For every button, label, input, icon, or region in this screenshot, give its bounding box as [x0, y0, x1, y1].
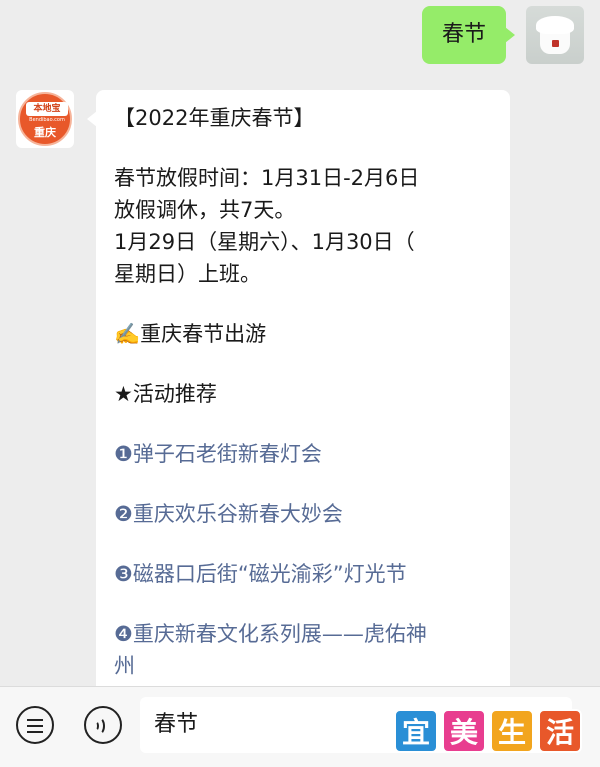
watermark-char: 活 — [538, 709, 582, 753]
message-line: 星期日）上班。 — [114, 262, 261, 286]
activity-link-4[interactable]: ❹重庆新春文化系列展——虎佑神 — [114, 618, 492, 650]
message-line: 1月29日（星期六）、1月30日（ — [114, 230, 415, 254]
outgoing-message-bubble[interactable]: 春节 — [421, 6, 516, 64]
activity-link-3[interactable]: ❸磁器口后街“磁光渝彩”灯光节 — [114, 558, 492, 590]
section-heading-activities: ★活动推荐 — [114, 382, 217, 406]
avatar-cream-shape — [536, 16, 574, 34]
official-account-avatar[interactable]: 本地宝 Bendibao.com 重庆 — [16, 90, 74, 148]
outgoing-message-row: 春节 — [421, 6, 584, 64]
user-avatar[interactable] — [526, 6, 584, 64]
message-line: 春节放假时间：1月31日-2月6日 — [114, 166, 420, 190]
watermark-char: 生 — [490, 709, 534, 753]
logo-site-text: Bendibao.com — [29, 117, 65, 123]
message-title: 【2022年重庆春节】 — [114, 106, 315, 130]
activity-link-1[interactable]: ❶弹子石老街新春灯会 — [114, 438, 492, 470]
section-heading-travel: ✍️重庆春节出游 — [114, 322, 267, 346]
voice-icon[interactable] — [84, 706, 122, 744]
incoming-message-bubble: 【2022年重庆春节】 春节放假时间：1月31日-2月6日 放假调休，共7天。 … — [87, 90, 510, 710]
logo-city-text: 重庆 — [34, 126, 56, 139]
chat-input-bar: 春节 宜 美 生 活 — [0, 686, 600, 767]
watermark-char: 宜 — [394, 709, 438, 753]
avatar-mark-shape — [552, 40, 559, 47]
logo-brand-text: 本地宝 — [26, 102, 68, 116]
menu-icon[interactable] — [16, 706, 54, 744]
watermark-char: 美 — [442, 709, 486, 753]
bendibao-logo: 本地宝 Bendibao.com 重庆 — [18, 92, 72, 146]
watermark: 宜 美 生 活 — [394, 709, 582, 753]
message-line: 放假调休，共7天。 — [114, 198, 296, 222]
activity-link-2[interactable]: ❷重庆欢乐谷新春大妙会 — [114, 498, 492, 530]
activity-link-4-cont[interactable]: 州 — [114, 650, 492, 682]
